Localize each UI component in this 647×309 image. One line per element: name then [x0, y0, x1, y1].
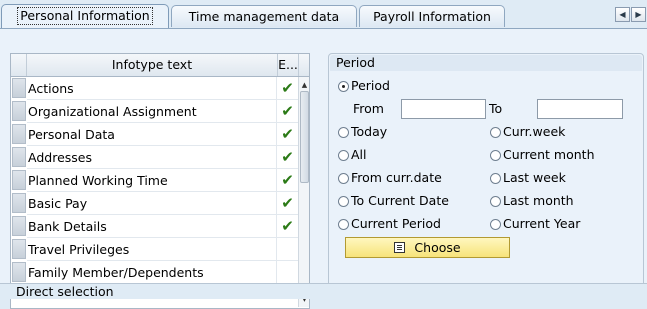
- tab-scroll-left-icon[interactable]: ◀: [615, 7, 630, 22]
- table-row[interactable]: Planned Working Time ✔: [11, 169, 298, 192]
- infotype-text: Organizational Assignment: [27, 100, 277, 123]
- tab-personal-information[interactable]: Personal Information: [1, 4, 169, 29]
- column-header-infotype-text[interactable]: Infotype text: [27, 54, 278, 76]
- row-selector[interactable]: [12, 78, 26, 98]
- direct-selection-section: Direct selection: [0, 283, 647, 299]
- check-icon: ✔: [277, 169, 298, 192]
- radio-icon: [490, 173, 501, 184]
- radio-icon: [338, 173, 349, 184]
- row-selector[interactable]: [12, 170, 26, 190]
- radio-label: From curr.date: [351, 170, 442, 185]
- radio-label: To Current Date: [351, 193, 449, 208]
- radio-to-current-date[interactable]: To Current Date: [338, 192, 449, 210]
- infotype-text: Family Member/Dependents: [27, 261, 277, 284]
- period-group-title: Period: [330, 55, 642, 71]
- table-row[interactable]: Organizational Assignment ✔: [11, 100, 298, 123]
- tab-time-management-data[interactable]: Time management data: [171, 5, 357, 27]
- radio-period[interactable]: Period: [338, 77, 390, 95]
- radio-icon: [338, 196, 349, 207]
- table-row[interactable]: Actions ✔: [11, 77, 298, 100]
- tab-scroll-right-icon[interactable]: ▶: [631, 7, 646, 22]
- radio-all[interactable]: All: [338, 146, 367, 164]
- check-icon: ✔: [277, 215, 298, 238]
- scroll-up-icon[interactable]: ▲: [299, 79, 309, 91]
- infotype-text: Basic Pay: [27, 192, 277, 215]
- document-icon: [394, 242, 406, 253]
- tab-content-panel: Infotype text E... Actions ✔ Organizatio…: [0, 29, 647, 309]
- tab-payroll-information[interactable]: Payroll Information: [359, 5, 505, 27]
- from-date-input[interactable]: [401, 99, 486, 119]
- radio-icon: [490, 127, 501, 138]
- direct-selection-label: Direct selection: [16, 284, 114, 299]
- radio-from-curr-date[interactable]: From curr.date: [338, 169, 442, 187]
- choose-button[interactable]: Choose: [345, 237, 510, 258]
- radio-current-period[interactable]: Current Period: [338, 215, 441, 233]
- table-row[interactable]: Bank Details ✔: [11, 215, 298, 238]
- check-icon: ✔: [277, 146, 298, 169]
- radio-label: Period: [351, 78, 390, 93]
- infotype-text: Travel Privileges: [27, 238, 277, 261]
- row-selector[interactable]: [12, 239, 26, 259]
- radio-curr-week[interactable]: Curr.week: [490, 123, 565, 141]
- radio-icon: [490, 219, 501, 230]
- radio-label: Today: [351, 124, 388, 139]
- radio-last-week[interactable]: Last week: [490, 169, 566, 187]
- radio-icon: [338, 219, 349, 230]
- tab-label: Payroll Information: [373, 9, 491, 24]
- radio-label: Curr.week: [503, 124, 566, 139]
- column-header-exists[interactable]: E...: [278, 54, 299, 76]
- infotype-text: Bank Details: [27, 215, 277, 238]
- check-icon: [277, 238, 298, 261]
- check-icon: ✔: [277, 192, 298, 215]
- row-selector[interactable]: [12, 193, 26, 213]
- tab-label: Personal Information: [17, 7, 153, 25]
- check-icon: [277, 261, 298, 284]
- table-row[interactable]: Family Member/Dependents: [11, 261, 298, 284]
- check-icon: ✔: [277, 123, 298, 146]
- radio-icon: [490, 196, 501, 207]
- radio-last-month[interactable]: Last month: [490, 192, 574, 210]
- infotype-table: Infotype text E... Actions ✔ Organizatio…: [10, 53, 310, 309]
- check-icon: ✔: [277, 100, 298, 123]
- radio-icon: [338, 127, 349, 138]
- table-row[interactable]: Basic Pay ✔: [11, 192, 298, 215]
- row-selector[interactable]: [12, 124, 26, 144]
- tab-label: Time management data: [188, 9, 340, 24]
- table-row[interactable]: Personal Data ✔: [11, 123, 298, 146]
- radio-label: Current Period: [351, 216, 441, 231]
- radio-label: All: [351, 147, 367, 162]
- radio-selected-icon: [338, 81, 349, 92]
- to-label: To: [489, 101, 503, 116]
- scroll-thumb[interactable]: [300, 91, 309, 183]
- radio-current-month[interactable]: Current month: [490, 146, 595, 164]
- to-date-input[interactable]: [537, 99, 623, 119]
- infotype-text: Planned Working Time: [27, 169, 277, 192]
- row-selector[interactable]: [12, 101, 26, 121]
- radio-icon: [338, 150, 349, 161]
- table-header: Infotype text E...: [11, 54, 309, 77]
- select-all-header[interactable]: [11, 54, 27, 76]
- radio-current-year[interactable]: Current Year: [490, 215, 580, 233]
- table-vertical-scrollbar[interactable]: ▲ ▼: [298, 77, 309, 307]
- radio-today[interactable]: Today: [338, 123, 387, 141]
- infotype-text: Personal Data: [27, 123, 277, 146]
- row-selector[interactable]: [12, 216, 26, 236]
- check-icon: ✔: [277, 77, 298, 100]
- row-selector[interactable]: [12, 147, 26, 167]
- radio-label: Current month: [503, 147, 595, 162]
- table-row[interactable]: Travel Privileges: [11, 238, 298, 261]
- infotype-text: Actions: [27, 77, 277, 100]
- row-selector[interactable]: [12, 262, 26, 282]
- tab-strip: Personal Information Time management dat…: [0, 0, 647, 30]
- radio-label: Last month: [503, 193, 574, 208]
- from-label: From: [353, 101, 384, 116]
- radio-label: Last week: [503, 170, 566, 185]
- infotype-text: Addresses: [27, 146, 277, 169]
- choose-label: Choose: [414, 240, 461, 255]
- table-row[interactable]: Addresses ✔: [11, 146, 298, 169]
- radio-label: Current Year: [503, 216, 581, 231]
- radio-icon: [490, 150, 501, 161]
